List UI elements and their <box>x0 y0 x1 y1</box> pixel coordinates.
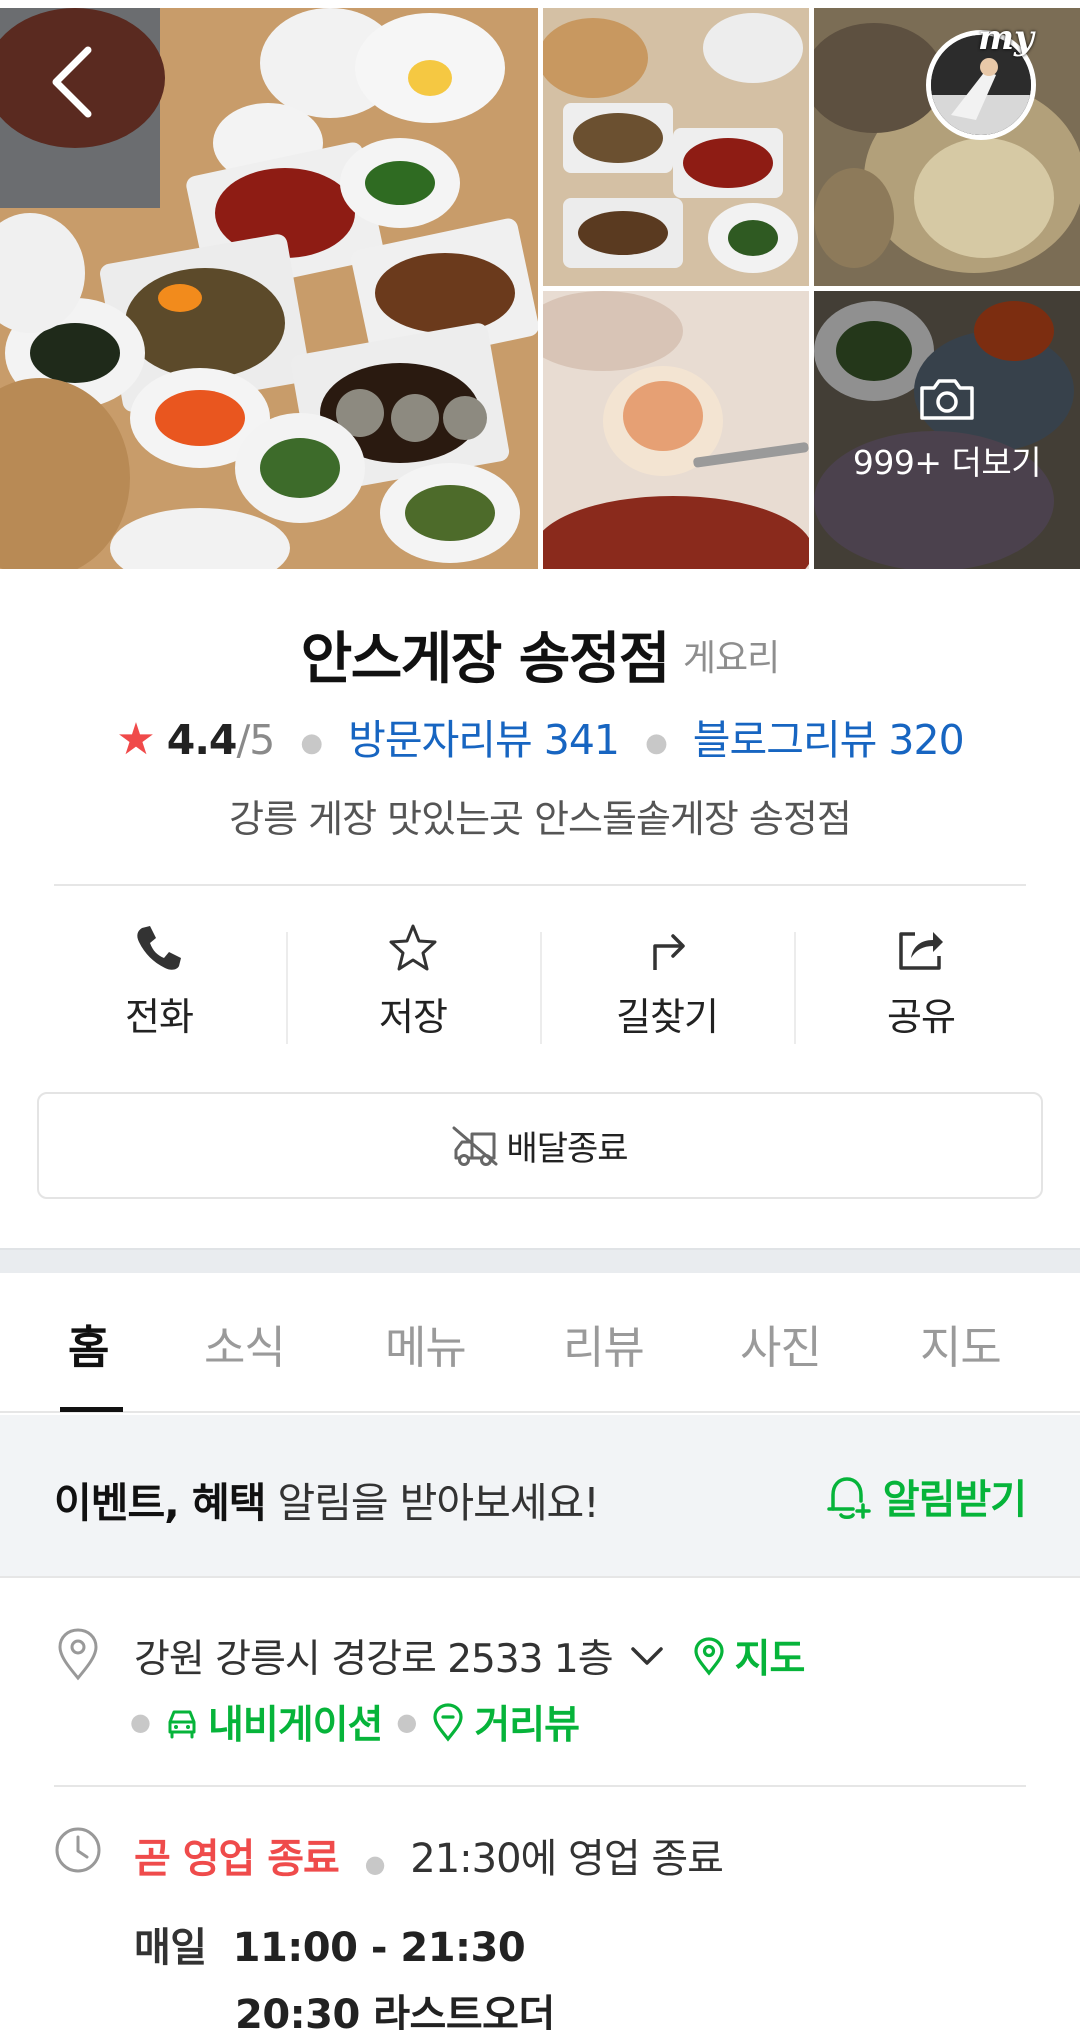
street-view-link[interactable]: 거리뷰 <box>474 1694 580 1750</box>
share-icon <box>899 932 943 970</box>
separator-dot: ● <box>645 728 668 758</box>
notification-banner: 이벤트, 혜택 알림을 받아보세요! 알림받기 <box>0 1415 1080 1578</box>
hours-status-row[interactable]: 곧 영업 종료 ● 21:30에 영업 종료 <box>134 1826 724 1884</box>
delivery-label: 배달종료 <box>506 1129 628 1169</box>
chevron-down-icon[interactable] <box>627 1636 667 1676</box>
schedule-row: 매일 11:00 - 21:30 <box>134 1915 526 1973</box>
closing-time-text: 21:30에 영업 종료 <box>410 1836 724 1882</box>
rating-max: /5 <box>236 716 275 764</box>
save-button[interactable]: 저장 <box>286 920 540 1050</box>
directions-button[interactable]: 길찾기 <box>540 920 794 1050</box>
my-badge: my <box>978 18 1034 58</box>
more-photos-overlay: 999+ 더보기 <box>814 291 1080 569</box>
separator-dot: ● <box>300 728 323 758</box>
directions-label: 길찾기 <box>616 995 719 1039</box>
subscribe-alert-label: 알림받기 <box>882 1477 1027 1523</box>
delivery-button[interactable]: 배달종료 <box>37 1092 1043 1199</box>
more-photos-label: 999+ 더보기 <box>852 443 1042 482</box>
more-photos-tile[interactable]: 999+ 더보기 <box>814 291 1080 569</box>
last-order-text: 20:30 라스트오더 <box>235 1992 555 2030</box>
address-text[interactable]: 강원 강릉시 경강로 2533 1층 <box>134 1628 614 1684</box>
separator-dot: ● <box>130 1708 151 1736</box>
save-label: 저장 <box>379 995 448 1039</box>
map-link[interactable]: 지도 <box>735 1628 806 1684</box>
business-status: 곧 영업 종료 <box>134 1836 340 1882</box>
schedule-day: 매일 <box>134 1925 207 1971</box>
place-description: 강릉 게장 맛있는곳 안스돌솥게장 송정점 <box>229 797 852 841</box>
star-icon: ★ <box>116 714 155 765</box>
clock-icon <box>55 1827 101 1873</box>
tab-photos[interactable]: 사진 <box>740 1311 822 1376</box>
call-label: 전화 <box>125 995 194 1039</box>
tab-map[interactable]: 지도 <box>920 1311 1002 1376</box>
visitor-reviews-link[interactable]: 방문자리뷰 341 <box>348 716 620 764</box>
title-row: 안스게장 송정점 게요리 <box>0 614 1080 695</box>
place-category: 게요리 <box>682 637 780 679</box>
separator-dot: ● <box>364 1850 386 1878</box>
photo-gallery: 999+ 더보기 my <box>0 0 1080 569</box>
address-links-row: ● 내비게이션 ● 거리뷰 <box>130 1694 580 1750</box>
section-divider <box>0 1248 1080 1273</box>
schedule-time: 11:00 - 21:30 <box>232 1925 526 1971</box>
share-button[interactable]: 공유 <box>794 920 1048 1050</box>
car-navigation-icon <box>168 1710 196 1739</box>
camera-icon <box>920 379 974 420</box>
phone-icon <box>137 926 181 970</box>
back-button[interactable] <box>46 44 98 120</box>
navigation-link[interactable]: 내비게이션 <box>208 1694 383 1750</box>
divider <box>54 1785 1026 1787</box>
location-pin-icon <box>58 1628 98 1681</box>
street-view-icon <box>433 1703 463 1742</box>
tab-home[interactable]: 홈 <box>68 1311 109 1376</box>
food-photo-2[interactable] <box>543 8 809 286</box>
tab-bar: 홈 소식 메뉴 리뷰 사진 지도 <box>0 1273 1080 1413</box>
rating-value: 4.4 <box>166 716 238 764</box>
delivery-truck-icon <box>452 1126 498 1166</box>
rating-row: ★ 4.4/5 ● 방문자리뷰 341 ● 블로그리뷰 320 <box>0 706 1080 766</box>
bell-plus-icon <box>827 1477 871 1519</box>
active-tab-indicator <box>60 1407 123 1412</box>
map-pin-icon <box>693 1637 724 1676</box>
tab-menu[interactable]: 메뉴 <box>385 1311 467 1376</box>
share-label: 공유 <box>887 995 956 1039</box>
tab-reviews[interactable]: 리뷰 <box>563 1311 645 1376</box>
separator-dot: ● <box>396 1708 417 1736</box>
notification-bold-text: 이벤트, 혜택 <box>54 1479 266 1527</box>
notification-text: 이벤트, 혜택 알림을 받아보세요! <box>54 1469 600 1529</box>
address-row: 강원 강릉시 경강로 2533 1층 지도 <box>134 1628 806 1684</box>
notification-rest-text: 알림을 받아보세요! <box>265 1479 599 1527</box>
food-photo-4[interactable] <box>543 291 809 569</box>
call-button[interactable]: 전화 <box>32 920 286 1050</box>
directions-icon <box>653 934 685 970</box>
action-bar: 전화 저장 길찾기 공유 <box>32 920 1048 1050</box>
star-outline-icon <box>389 924 437 971</box>
divider <box>54 884 1026 886</box>
blog-reviews-link[interactable]: 블로그리뷰 320 <box>693 716 965 764</box>
tab-news[interactable]: 소식 <box>204 1311 286 1376</box>
place-name: 안스게장 송정점 <box>300 627 671 692</box>
subscribe-alert-button[interactable]: 알림받기 <box>823 1467 1027 1525</box>
